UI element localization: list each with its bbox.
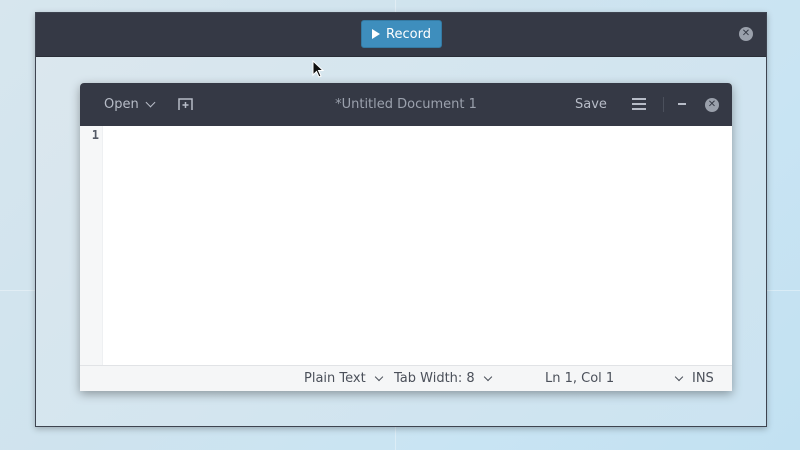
cursor-position-label: Ln 1, Col 1: [545, 371, 615, 386]
insert-mode-label: INS: [692, 371, 714, 386]
tab-width-selector[interactable]: Tab Width: 8: [394, 366, 492, 391]
play-icon: [372, 29, 381, 39]
editor-close-button[interactable]: ✕: [705, 98, 719, 112]
editor-body: 1: [80, 126, 732, 366]
record-label: Record: [386, 26, 431, 42]
hamburger-menu-icon[interactable]: [632, 98, 646, 110]
status-bar: Plain Text Tab Width: 8 Ln 1, Col 1 INS: [80, 365, 732, 391]
header-separator: [663, 97, 664, 112]
language-label: Plain Text: [304, 371, 366, 386]
tab-width-label: Tab Width: 8: [394, 371, 475, 386]
minimize-icon[interactable]: [678, 103, 686, 105]
open-label: Open: [104, 97, 139, 112]
editor-window: Open *Untitled Document 1 Save ✕ 1 Plain…: [80, 83, 732, 391]
record-button[interactable]: Record: [361, 20, 442, 48]
language-selector[interactable]: Plain Text: [304, 366, 383, 391]
insert-mode-indicator[interactable]: INS: [692, 366, 714, 391]
close-icon: ✕: [741, 28, 751, 39]
chevron-down-icon: [674, 372, 684, 381]
chevron-down-icon: [483, 372, 492, 381]
editor-headerbar: Open *Untitled Document 1 Save ✕: [80, 83, 732, 126]
recorder-titlebar: Record ✕: [36, 13, 766, 57]
cursor-position-selector[interactable]: Ln 1, Col 1: [545, 366, 684, 391]
mouse-pointer-icon: [312, 60, 325, 78]
save-button[interactable]: Save: [575, 83, 607, 126]
new-tab-button[interactable]: [178, 98, 193, 110]
open-button[interactable]: Open: [104, 83, 156, 126]
line-number-gutter: 1: [80, 126, 103, 366]
recorder-close-button[interactable]: ✕: [739, 27, 753, 41]
text-area[interactable]: [103, 126, 732, 366]
new-tab-icon: [178, 98, 193, 110]
line-number: 1: [91, 128, 99, 142]
close-icon: ✕: [707, 99, 717, 110]
chevron-down-icon: [374, 372, 383, 381]
chevron-down-icon: [145, 97, 156, 108]
